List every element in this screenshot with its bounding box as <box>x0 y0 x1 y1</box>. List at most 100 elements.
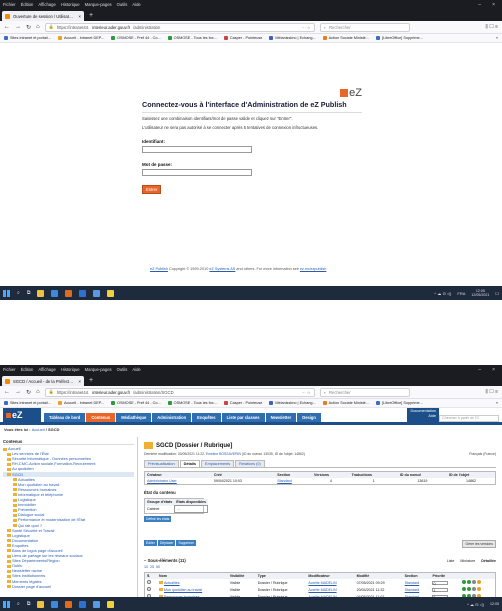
admin-search-input[interactable]: Chercher à partir de l'C <box>439 415 499 422</box>
clock[interactable]: 12:05 <box>490 602 499 607</box>
tree-node[interactable]: Dossier page d'accueil <box>3 584 134 589</box>
tray-icons[interactable]: ^ ☁ ⊡ ◁) <box>467 602 484 607</box>
cell-modifier[interactable]: Aurélie MADELIN <box>306 586 354 593</box>
tab-sgcd[interactable]: SGCD / Accueil - de la Préfect… × <box>2 376 84 386</box>
tab-class-list[interactable]: Liste par classes <box>221 413 265 422</box>
bookmark-item[interactable]: Accueil - Intranet DEP... <box>57 36 104 40</box>
ez-admin-logo[interactable]: eZ <box>3 408 41 422</box>
view-detailed[interactable]: Détaillée <box>481 559 496 563</box>
notifications-icon[interactable]: ☐ <box>495 291 499 296</box>
lang-indicator[interactable]: FRA <box>457 291 465 296</box>
tab-surveys[interactable]: Enquêtes <box>192 413 221 422</box>
add-icon[interactable] <box>462 587 467 591</box>
bookmark-item[interactable]: Action Sociale Ministè... <box>322 36 369 40</box>
submit-button[interactable]: Entrer <box>142 185 162 194</box>
file-explorer-icon[interactable] <box>37 600 45 608</box>
more-bookmarks-icon[interactable]: » <box>496 36 498 40</box>
home-icon[interactable]: ⌂ <box>36 24 40 30</box>
app-icon[interactable] <box>79 600 87 608</box>
forward-icon[interactable]: → <box>15 389 21 395</box>
page-size-10[interactable]: 10 <box>144 565 148 569</box>
cell-name[interactable]: Mon quotidien au travail <box>157 586 228 593</box>
bookmark-item[interactable]: Casper - Pointeuse <box>223 401 262 405</box>
subtab-locations[interactable]: Emplacements <box>201 460 235 467</box>
language-indicator[interactable]: Français (France) <box>469 452 496 456</box>
bookmark-item[interactable]: [LibreOffice] Supprime... <box>375 401 423 405</box>
bookmark-item[interactable]: Action Sociale Ministè... <box>322 401 369 405</box>
minimize-icon[interactable]: – <box>478 367 481 373</box>
more-bookmarks-icon[interactable]: » <box>496 401 498 405</box>
menu-tools[interactable]: Outils <box>117 367 128 372</box>
cell-section[interactable]: Standard <box>403 579 431 586</box>
back-icon[interactable]: ← <box>4 389 10 395</box>
toolbar-icons[interactable]: ⫼ ☐ ≡ <box>486 389 498 395</box>
cell-select[interactable] <box>145 586 157 593</box>
ezsystems-link[interactable]: eZ Systems AS <box>209 267 235 271</box>
move-icon[interactable] <box>477 580 482 584</box>
cell-creator[interactable]: Administrator User <box>145 478 212 484</box>
windows-start-icon[interactable] <box>3 600 10 608</box>
windows-start-icon[interactable] <box>3 289 10 297</box>
delete-button[interactable]: Supprimer <box>176 540 197 546</box>
bookmark-item[interactable]: Casper - Pointeuse <box>223 36 262 40</box>
tab-content[interactable]: Contenus <box>86 413 116 422</box>
close-tab-icon[interactable]: × <box>78 379 81 384</box>
menu-file[interactable]: Fichier <box>3 2 16 7</box>
row-name-link[interactable]: Mon quotidien au travail <box>164 588 202 592</box>
search-input[interactable]: ⌕ Rechercher <box>319 387 410 397</box>
row-checkbox[interactable] <box>147 587 151 591</box>
subtab-preview[interactable]: Prévisualisation <box>144 460 179 467</box>
menu-bookmarks[interactable]: Marque-pages <box>85 367 112 372</box>
view-thumbnail[interactable]: Miniature <box>460 559 475 563</box>
section-link[interactable]: Standard <box>405 588 420 592</box>
ezpublish-link[interactable]: eZ Publish <box>150 267 168 271</box>
creator-link[interactable]: Administrator User <box>147 479 177 483</box>
new-tab-button[interactable]: + <box>84 377 98 386</box>
clock[interactable]: 12:05 12/05/2021 <box>471 289 489 298</box>
menu-history[interactable]: Historique <box>61 367 80 372</box>
menu-file[interactable]: Fichier <box>3 367 16 372</box>
menu-edit[interactable]: Édition <box>21 367 34 372</box>
tab-design[interactable]: Design <box>297 413 321 422</box>
reload-icon[interactable]: ↻ <box>26 24 31 31</box>
copy-icon[interactable] <box>467 587 472 591</box>
minimize-icon[interactable]: – <box>478 2 481 8</box>
back-icon[interactable]: ← <box>4 24 10 30</box>
help-link[interactable]: Aide <box>410 414 436 419</box>
password-field[interactable] <box>142 169 252 176</box>
page-size-50[interactable]: 50 <box>156 565 160 569</box>
modifier-link[interactable]: Aurélie MADELIN <box>308 588 336 592</box>
close-tab-icon[interactable]: × <box>78 14 81 19</box>
new-tab-button[interactable]: + <box>84 12 98 21</box>
tab-newsletter[interactable]: Newsletter <box>265 413 297 422</box>
bookmark-item[interactable]: OSMOSE - Pref 44 - Co... <box>110 401 161 405</box>
tab-login[interactable]: Ouverture de session / Utilisat… × <box>2 11 84 21</box>
subtab-relations[interactable]: Relations (0) <box>235 460 265 467</box>
login-field[interactable] <box>142 146 252 153</box>
reload-icon[interactable]: ↻ <box>26 389 31 396</box>
search-taskbar-icon[interactable]: ⌕ <box>17 601 20 607</box>
file-explorer-icon[interactable] <box>37 289 45 297</box>
bookmark-item[interactable]: Sites intranet et portail... <box>4 36 51 40</box>
search-taskbar-icon[interactable]: ⌕ <box>17 290 20 296</box>
view-list[interactable]: Liste <box>447 559 455 563</box>
page-size-25[interactable]: 25 <box>150 565 154 569</box>
menu-bookmarks[interactable]: Marque-pages <box>85 2 112 7</box>
home-icon[interactable]: ⌂ <box>36 389 40 395</box>
priority-input[interactable]: 1 <box>432 587 449 593</box>
app-icon[interactable] <box>93 600 101 608</box>
bookmark-item[interactable]: Mélanissimo | Echang... <box>269 36 316 40</box>
cell-priority[interactable]: 0 <box>430 579 460 586</box>
state-select[interactable]: ... <box>173 505 209 513</box>
manage-versions-button[interactable]: Gérer les versions <box>462 540 496 548</box>
cell-name[interactable]: Actualités <box>157 579 228 586</box>
menu-view[interactable]: Affichage <box>38 367 55 372</box>
chrome-icon[interactable] <box>51 289 59 297</box>
tab-media[interactable]: Médiathèque <box>116 413 152 422</box>
move-icon[interactable] <box>477 587 482 591</box>
menu-help[interactable]: Aide <box>132 367 140 372</box>
ezno-link[interactable]: ez.no/ezpublish <box>300 267 326 271</box>
bookmark-item[interactable]: OSMOSE - Tous les fox... <box>167 401 217 405</box>
menu-edit[interactable]: Édition <box>21 2 34 7</box>
bookmark-item[interactable]: [LibreOffice] Supprime... <box>375 36 423 40</box>
